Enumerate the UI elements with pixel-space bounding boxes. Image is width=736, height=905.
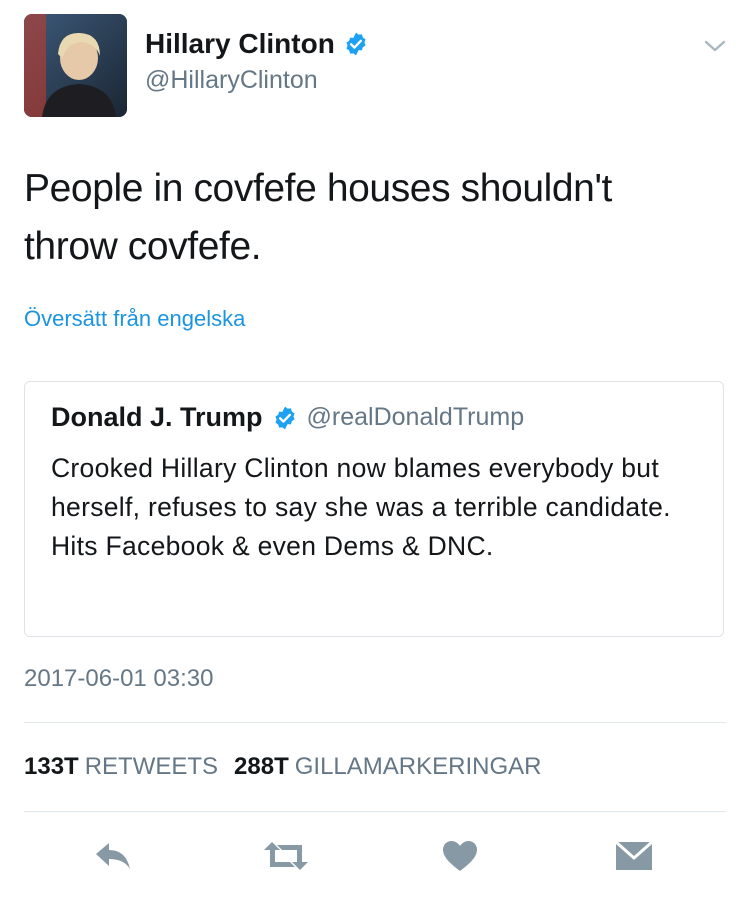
reply-icon [96,843,130,869]
chevron-down-icon[interactable] [702,36,728,56]
like-button[interactable] [441,836,479,876]
divider [24,722,726,723]
quoted-author-handle: @realDonaldTrump [306,403,525,431]
divider [24,811,726,812]
author-handle[interactable]: @HillaryClinton [145,66,318,95]
quoted-tweet-card[interactable]: Donald J. Trump @realDonaldTrump Crooked… [24,381,724,637]
verified-badge-icon [346,32,366,56]
translate-link[interactable]: Översätt från engelska [24,306,245,332]
author-avatar[interactable] [24,14,127,117]
quoted-author-name: Donald J. Trump [51,402,263,432]
author-name[interactable]: Hillary Clinton [145,28,335,60]
retweets-count[interactable]: 133T [24,753,79,780]
verified-badge-icon [274,406,295,429]
reply-button[interactable] [92,836,134,876]
likes-label[interactable]: GILLAMARKERINGAR [295,753,542,780]
retweets-label[interactable]: RETWEETS [85,753,218,780]
tweet-stats: 133T RETWEETS 288T GILLAMARKERINGAR [24,753,541,781]
quoted-tweet-text: Crooked Hillary Clinton now blames every… [51,453,671,561]
quoted-tweet-header: Donald J. Trump @realDonaldTrump [51,402,524,433]
retweet-icon [264,842,308,870]
direct-message-icon [615,841,653,870]
tweet-text: People in covfefe houses shouldn't throw… [24,167,612,268]
avatar-photo [24,14,127,117]
author-name-row[interactable]: Hillary Clinton [145,28,369,60]
direct-message-button[interactable] [614,836,654,876]
likes-count[interactable]: 288T [234,753,289,780]
tweet-timestamp: 2017-06-01 03:30 [24,665,214,692]
retweet-button[interactable] [262,836,310,876]
like-icon [443,841,477,871]
